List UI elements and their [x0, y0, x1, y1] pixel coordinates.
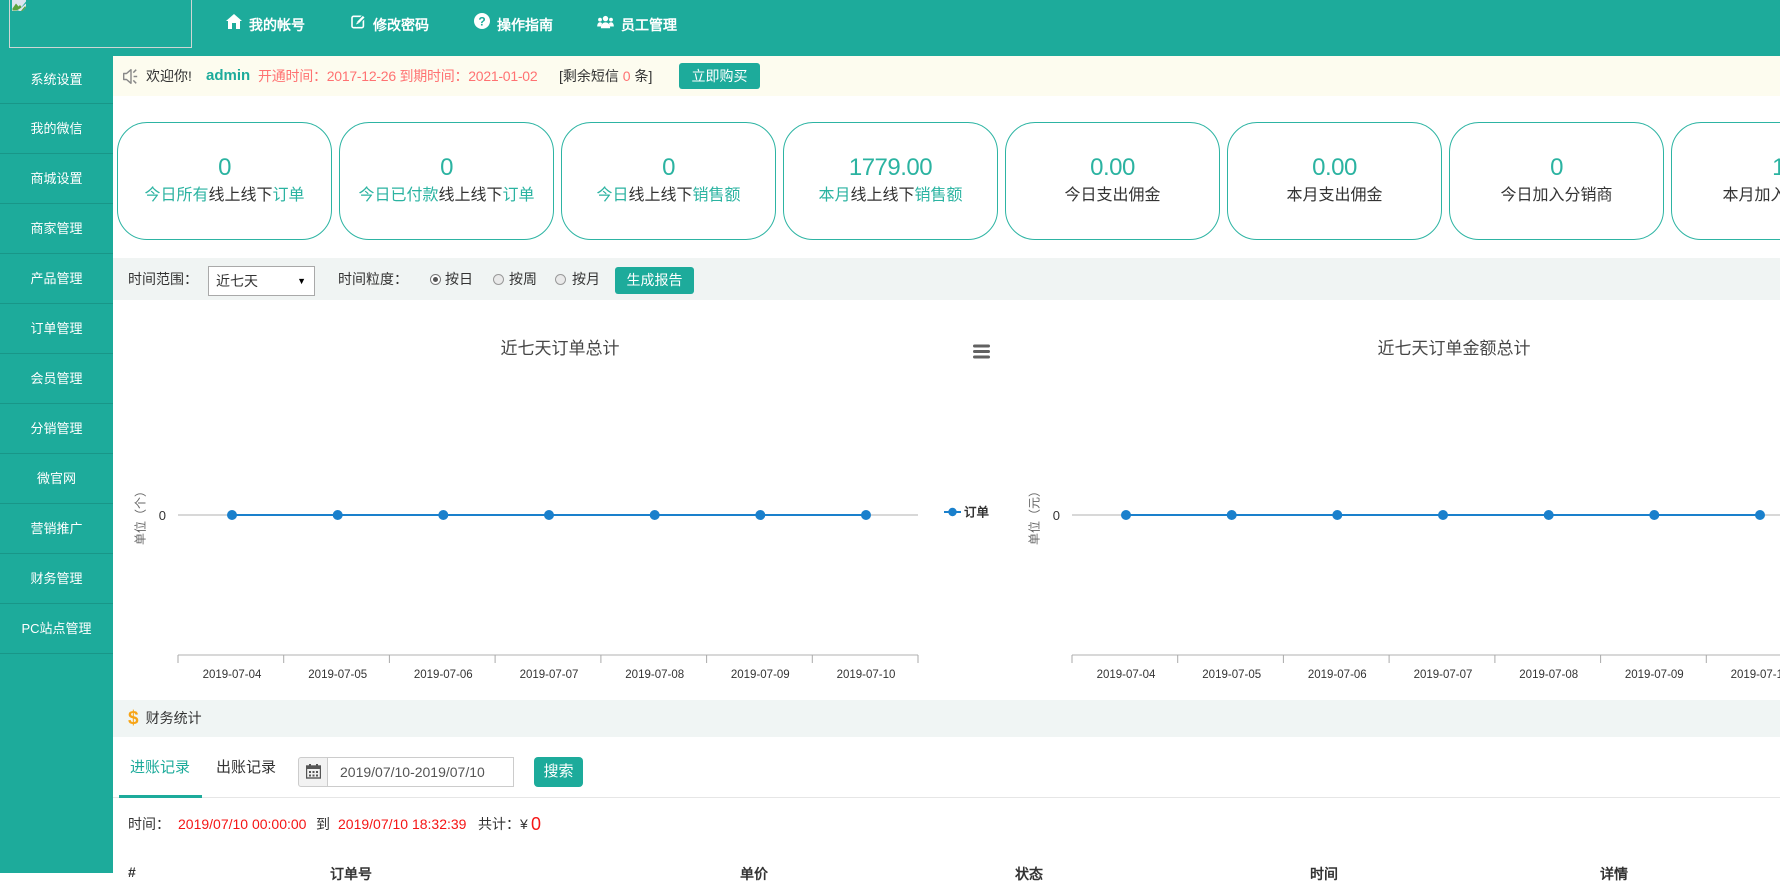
svg-text:近七天订单总计: 近七天订单总计 — [501, 339, 620, 358]
svg-text:2019-07-04: 2019-07-04 — [203, 669, 262, 681]
svg-text:单位（个）: 单位（个） — [133, 485, 148, 545]
svg-text:2019-07-10: 2019-07-10 — [837, 669, 896, 681]
svg-text:订单: 订单 — [964, 505, 990, 520]
svg-text:0: 0 — [1053, 508, 1060, 523]
svg-text:2019-07-07: 2019-07-07 — [1414, 669, 1473, 681]
svg-text:单位（元）: 单位（元） — [1027, 485, 1042, 545]
svg-text:?: ? — [478, 15, 485, 29]
svg-text:2019-07-08: 2019-07-08 — [625, 669, 684, 681]
svg-text:2019-07-05: 2019-07-05 — [1202, 669, 1261, 681]
svg-text:2019-07-04: 2019-07-04 — [1097, 669, 1156, 681]
svg-text:2019-07-08: 2019-07-08 — [1519, 669, 1578, 681]
svg-text:2019-07-09: 2019-07-09 — [731, 669, 790, 681]
svg-text:2019-07-05: 2019-07-05 — [308, 669, 367, 681]
svg-text:近七天订单金额总计: 近七天订单金额总计 — [1378, 339, 1531, 358]
svg-text:2019-07-09: 2019-07-09 — [1625, 669, 1684, 681]
svg-text:2019-07-10: 2019-07-10 — [1731, 669, 1780, 681]
svg-text:2019-07-06: 2019-07-06 — [414, 669, 473, 681]
svg-text:2019-07-07: 2019-07-07 — [520, 669, 579, 681]
svg-text:2019-07-06: 2019-07-06 — [1308, 669, 1367, 681]
svg-text:0: 0 — [159, 508, 166, 523]
